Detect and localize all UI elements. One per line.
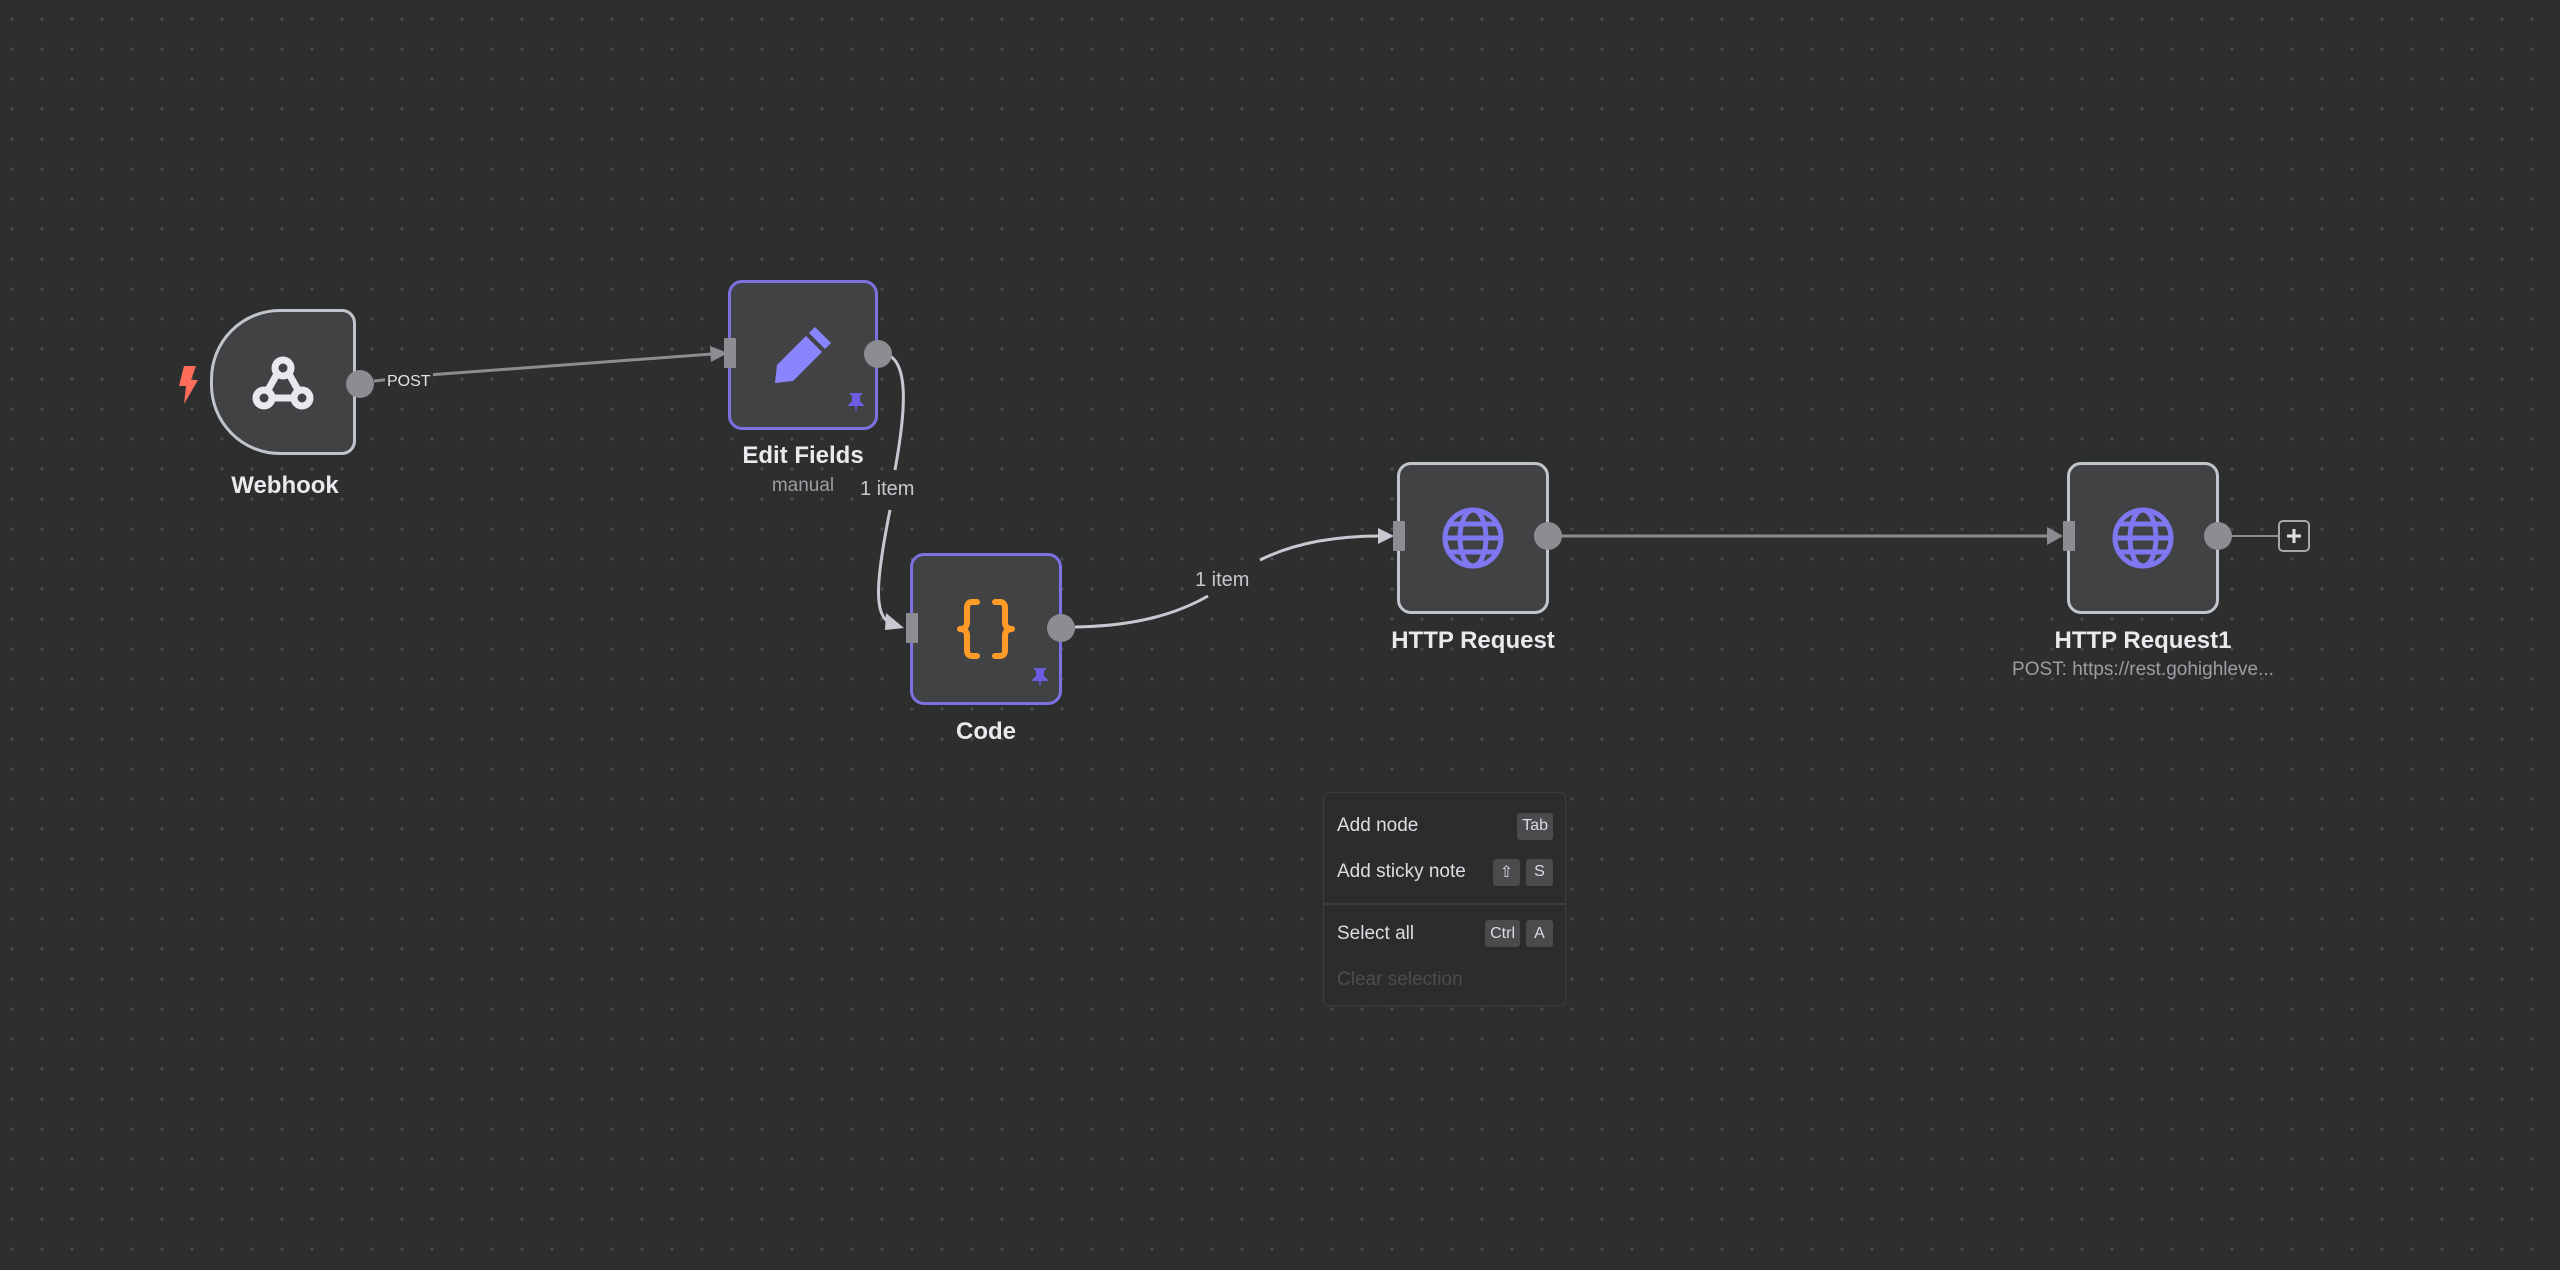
output-handle[interactable] (864, 340, 892, 368)
shift-key-icon: ⇧ (1493, 858, 1520, 886)
plus-icon (2286, 528, 2302, 544)
node-label: Webhook (231, 472, 339, 499)
edge-label-post: POST (385, 373, 433, 391)
node-label: Code (956, 718, 1016, 745)
menu-divider (1324, 903, 1565, 905)
menu-item-clear-selection: Clear selection (1324, 957, 1565, 1003)
menu-item-add-node[interactable]: Add node Tab (1324, 803, 1565, 849)
input-handle[interactable] (1393, 521, 1405, 551)
kbd-key: S (1526, 858, 1553, 886)
menu-item-label: Add node (1337, 815, 1419, 836)
webhook-icon (251, 352, 315, 412)
pencil-icon (771, 323, 835, 387)
edge-label-items: 1 item (1193, 569, 1252, 592)
edge-arrowhead (2047, 527, 2063, 545)
node-subtitle: POST: https://rest.gohighleve... (2012, 659, 2274, 680)
menu-item-label: Select all (1337, 922, 1415, 944)
node-label: Edit Fields (742, 442, 864, 469)
output-handle[interactable] (1534, 522, 1562, 550)
kbd-key: Ctrl (1485, 920, 1520, 947)
trigger-bolt-icon (178, 366, 198, 409)
edge-arrowhead (1378, 528, 1394, 544)
kbd-key: Tab (1517, 812, 1553, 840)
menu-item-label: Clear selection (1337, 968, 1463, 990)
menu-item-add-sticky-note[interactable]: Add sticky note ⇧ S (1324, 849, 1565, 895)
globe-icon (1442, 507, 1504, 569)
add-node-button[interactable] (2278, 520, 2310, 552)
globe-icon (2112, 507, 2174, 569)
menu-item-label: Add sticky note (1337, 861, 1466, 882)
input-handle[interactable] (906, 613, 918, 643)
node-label: HTTP Request1 (2054, 627, 2232, 654)
menu-item-select-all[interactable]: Select all Ctrl A (1324, 911, 1565, 957)
shortcut-keys: Tab (1517, 812, 1553, 840)
input-handle[interactable] (724, 338, 736, 368)
node-http-request-1[interactable] (2067, 462, 2219, 614)
pin-icon (1031, 667, 1049, 694)
workflow-canvas[interactable]: POST 1 item 1 item Webhook Edit Fields m… (0, 0, 2560, 1270)
shortcut-keys: Ctrl A (1485, 920, 1553, 947)
code-braces-icon (955, 598, 1017, 660)
node-code[interactable] (910, 553, 1062, 705)
node-edit-fields[interactable] (728, 280, 878, 430)
canvas-context-menu: Add node Tab Add sticky note ⇧ S Select … (1323, 792, 1566, 1006)
node-label: HTTP Request (1391, 627, 1555, 654)
edge-label-items: 1 item (858, 478, 917, 501)
output-handle[interactable] (2204, 522, 2232, 550)
pin-icon (847, 392, 865, 419)
input-handle[interactable] (2063, 521, 2075, 551)
node-subtitle: manual (771, 475, 835, 496)
node-webhook[interactable] (210, 309, 356, 455)
kbd-key: A (1526, 920, 1553, 947)
edge-arrowhead (885, 613, 904, 630)
shortcut-keys: ⇧ S (1493, 858, 1553, 886)
output-handle[interactable] (346, 370, 374, 398)
node-http-request[interactable] (1397, 462, 1549, 614)
output-handle[interactable] (1047, 614, 1075, 642)
